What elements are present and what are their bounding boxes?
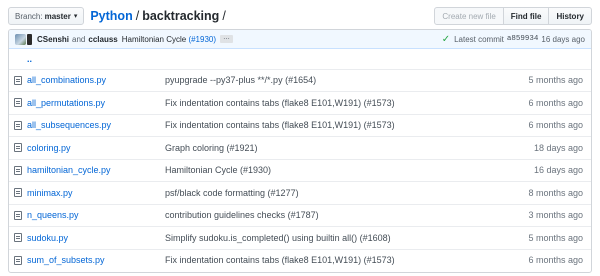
file-commit-age: 8 months ago bbox=[528, 187, 583, 198]
file-commit-message-link[interactable]: contribution guidelines checks (#1787) bbox=[165, 210, 319, 220]
table-row: sudoku.py Simplify sudoku.is_completed() … bbox=[9, 226, 591, 249]
commit-author-2[interactable]: cclauss bbox=[88, 35, 117, 44]
file-name-link[interactable]: minimax.py bbox=[27, 188, 73, 198]
branch-selector-button[interactable]: Branch: master ▾ bbox=[8, 7, 85, 25]
file-name-link[interactable]: all_subsequences.py bbox=[27, 120, 111, 130]
file-icon bbox=[14, 233, 22, 243]
table-row: all_subsequences.py Fix indentation conta… bbox=[9, 113, 591, 137]
file-commit-age: 16 days ago bbox=[533, 165, 583, 176]
file-name-link[interactable]: all_permutations.py bbox=[27, 98, 105, 108]
table-row: minimax.py psf/black code formatting (#12… bbox=[9, 181, 591, 204]
file-commit-message-link[interactable]: Graph coloring (#1921) bbox=[165, 143, 258, 153]
file-icon bbox=[14, 210, 22, 220]
file-commit-message-link[interactable]: pyupgrade --py37-plus **/*.py (#1654) bbox=[165, 75, 316, 85]
parent-dir-link[interactable]: .. bbox=[27, 54, 32, 64]
commit-message[interactable]: Hamiltonian Cycle (#1930) bbox=[122, 35, 216, 44]
table-row: all_combinations.py pyupgrade --py37-plus… bbox=[9, 68, 591, 92]
file-commit-message-link[interactable]: Hamiltonian Cycle (#1930) bbox=[165, 165, 271, 175]
commit-authors-and: and bbox=[72, 34, 86, 44]
file-name-link[interactable]: sum_of_subsets.py bbox=[27, 255, 105, 265]
commit-age: 16 days ago bbox=[541, 34, 585, 44]
table-row: n_queens.py contribution guidelines check… bbox=[9, 203, 591, 227]
file-name-link[interactable]: coloring.py bbox=[27, 143, 71, 153]
breadcrumb: Python / backtracking / bbox=[90, 9, 228, 23]
file-commit-age: 5 months ago bbox=[528, 75, 583, 86]
avatar-cclauss bbox=[27, 33, 32, 45]
history-button[interactable]: History bbox=[548, 7, 592, 25]
parent-dir-row: .. bbox=[9, 49, 591, 69]
avatar-csenshi bbox=[15, 33, 26, 45]
breadcrumb-separator: / bbox=[135, 9, 140, 23]
file-commit-age: 6 months ago bbox=[528, 120, 583, 131]
latest-commit-info: ✓ Latest commit a859934 16 days ago bbox=[442, 34, 585, 45]
file-icon bbox=[14, 143, 22, 153]
file-icon bbox=[14, 120, 22, 130]
commit-message-text[interactable]: Hamiltonian Cycle bbox=[122, 35, 186, 44]
breadcrumb-trailing-separator: / bbox=[222, 9, 226, 23]
table-row: coloring.py Graph coloring (#1921) 18 days… bbox=[9, 136, 591, 159]
commit-expand-button[interactable]: … bbox=[220, 34, 234, 43]
avatar[interactable] bbox=[15, 33, 32, 45]
top-bar: Branch: master ▾ Python / backtracking /… bbox=[8, 6, 592, 26]
file-list: all_combinations.py pyupgrade --py37-plus… bbox=[9, 68, 591, 272]
latest-commit-label: Latest commit bbox=[454, 34, 504, 44]
branch-label: Branch: bbox=[15, 11, 43, 21]
file-commit-message-link[interactable]: psf/black code formatting (#1277) bbox=[165, 188, 299, 198]
file-actions: Create new file Find file History bbox=[434, 7, 592, 25]
file-commit-age: 3 months ago bbox=[528, 210, 583, 221]
file-commit-message-link[interactable]: Fix indentation contains tabs (flake8 E1… bbox=[165, 98, 395, 108]
create-new-file-button[interactable]: Create new file bbox=[434, 7, 504, 25]
file-name-link[interactable]: hamiltonian_cycle.py bbox=[27, 165, 111, 175]
file-commit-age: 5 months ago bbox=[528, 232, 583, 243]
find-file-button[interactable]: Find file bbox=[502, 7, 550, 25]
file-browser: CSenshi and cclauss Hamiltonian Cycle (#19… bbox=[8, 29, 592, 273]
latest-commit-bar: CSenshi and cclauss Hamiltonian Cycle (#19… bbox=[9, 30, 591, 49]
file-icon bbox=[14, 98, 22, 108]
file-name-link[interactable]: n_queens.py bbox=[27, 210, 79, 220]
file-commit-message-link[interactable]: Simplify sudoku.is_completed() using bui… bbox=[165, 233, 391, 243]
branch-value: master bbox=[44, 11, 71, 21]
file-name-link[interactable]: all_combinations.py bbox=[27, 75, 106, 85]
file-commit-message-link[interactable]: Fix indentation contains tabs (flake8 E1… bbox=[165, 255, 395, 265]
file-commit-age: 18 days ago bbox=[533, 142, 583, 153]
commit-pr-link[interactable]: (#1930) bbox=[188, 35, 216, 44]
commit-authors: CSenshi and cclauss bbox=[37, 35, 118, 44]
breadcrumb-current-dir: backtracking bbox=[142, 9, 220, 23]
file-icon bbox=[14, 188, 22, 198]
file-name-link[interactable]: sudoku.py bbox=[27, 233, 68, 243]
commit-author-1[interactable]: CSenshi bbox=[37, 35, 69, 44]
file-icon bbox=[14, 75, 22, 85]
file-icon bbox=[14, 255, 22, 265]
file-icon bbox=[14, 165, 22, 175]
table-row: all_permutations.py Fix indentation conta… bbox=[9, 91, 591, 114]
file-commit-age: 6 months ago bbox=[528, 255, 583, 266]
table-row: hamiltonian_cycle.py Hamiltonian Cycle (#… bbox=[9, 158, 591, 182]
commit-sha-link[interactable]: a859934 bbox=[507, 35, 539, 43]
file-commit-age: 6 months ago bbox=[528, 97, 583, 108]
caret-down-icon: ▾ bbox=[73, 13, 78, 20]
table-row: sum_of_subsets.py Fix indentation contain… bbox=[9, 248, 591, 272]
check-icon: ✓ bbox=[441, 33, 451, 45]
file-commit-message-link[interactable]: Fix indentation contains tabs (flake8 E1… bbox=[165, 120, 395, 130]
breadcrumb-repo-link[interactable]: Python bbox=[90, 9, 132, 23]
